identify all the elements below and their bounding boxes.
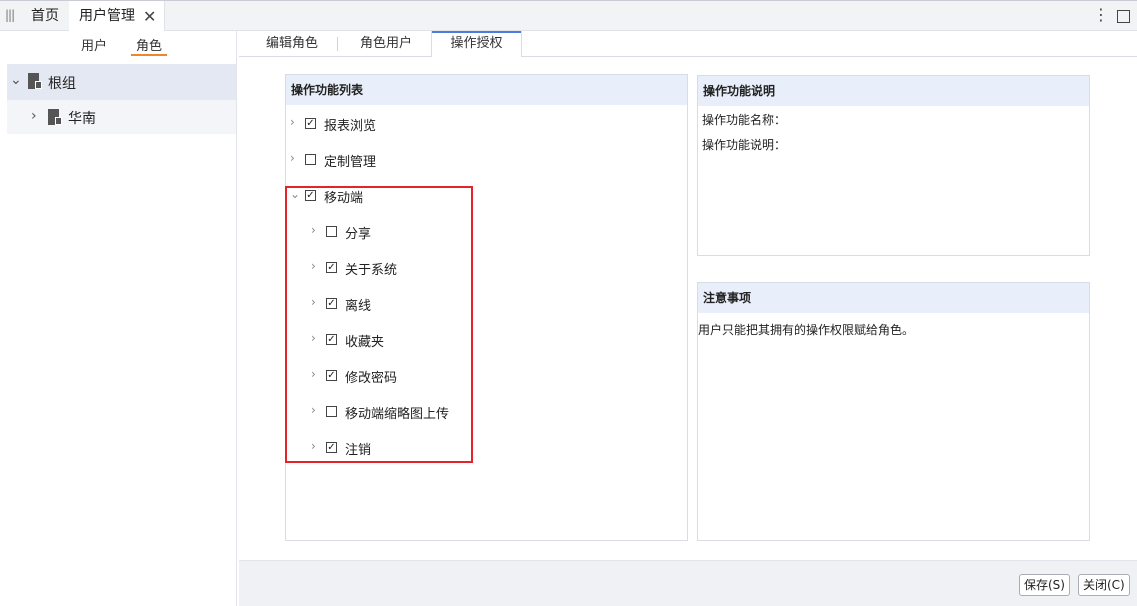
tab-permissions[interactable]: 操作授权 (431, 31, 522, 58)
notice-title: 注意事项 (698, 283, 1089, 313)
tab-user-management[interactable]: 用户管理 ✕ (69, 1, 165, 32)
tab-home[interactable]: 首页 (31, 1, 59, 32)
chevron-down-icon[interactable]: ⌄ (290, 187, 300, 201)
tree-node-label: 根组 (48, 76, 76, 92)
close-button[interactable]: 关闭(C) (1078, 574, 1130, 596)
chevron-right-icon[interactable]: › (290, 151, 295, 165)
feature-item-label: 修改密码 (345, 371, 398, 386)
feature-list-title: 操作功能列表 (286, 75, 687, 105)
save-button[interactable]: 保存(S) (1019, 574, 1070, 596)
group-icon (28, 73, 42, 89)
maximize-icon[interactable] (1117, 10, 1130, 23)
description-title: 操作功能说明 (698, 76, 1089, 106)
feature-checkbox[interactable] (326, 226, 337, 237)
chevron-right-icon[interactable]: › (311, 331, 316, 345)
chevron-right-icon[interactable]: › (311, 295, 316, 309)
chevron-right-icon[interactable]: › (31, 108, 37, 124)
left-pane: 用户 角色 ⌄ 根组 › 华南 (0, 31, 237, 606)
feature-name-label: 操作功能名称： (702, 113, 787, 127)
feature-checkbox[interactable]: ✓ (326, 334, 337, 345)
notice-panel: 注意事项 用户只能把其拥有的操作权限赋给角色。 (697, 282, 1090, 541)
feature-item-label: 关于系统 (345, 263, 398, 278)
description-panel: 操作功能说明 操作功能名称： 操作功能说明： (697, 75, 1090, 256)
feature-item-label: 移动端 (324, 191, 364, 206)
footer-bar: 保存(S) 关闭(C) (239, 560, 1137, 606)
feature-item-label: 移动端缩略图上传 (345, 407, 450, 422)
tree-node-child[interactable]: › 华南 (7, 100, 236, 134)
feature-item-label: 收藏夹 (345, 335, 385, 350)
content-tabs: 编辑角色 角色用户 操作授权 (239, 31, 1137, 58)
subtab-roles[interactable]: 角色 (131, 35, 167, 56)
chevron-down-icon[interactable]: ⌄ (10, 72, 22, 88)
feature-item-label: 注销 (345, 443, 372, 458)
chevron-right-icon[interactable]: › (290, 115, 295, 129)
tab-user-management-label: 用户管理 (79, 8, 135, 24)
chevron-right-icon[interactable]: › (311, 259, 316, 273)
feature-checkbox[interactable]: ✓ (326, 262, 337, 273)
tab-edit-role[interactable]: 编辑角色 (266, 31, 318, 57)
tree-node-root[interactable]: ⌄ 根组 (7, 64, 236, 100)
feature-desc-label: 操作功能说明： (702, 138, 787, 152)
feature-checkbox[interactable]: ✓ (305, 190, 316, 201)
notice-text: 用户只能把其拥有的操作权限赋给角色。 (698, 323, 915, 337)
feature-item-label: 分享 (345, 227, 372, 242)
chevron-right-icon[interactable]: › (311, 367, 316, 381)
feature-checkbox[interactable] (305, 154, 316, 165)
chevron-right-icon[interactable]: › (311, 439, 316, 453)
tree-node-label: 华南 (68, 111, 96, 127)
feature-checkbox[interactable]: ✓ (326, 298, 337, 309)
more-menu-icon[interactable]: ⋮ (1093, 5, 1109, 24)
chevron-right-icon[interactable]: › (311, 403, 316, 417)
feature-item-label: 定制管理 (324, 155, 377, 170)
group-icon (48, 109, 62, 125)
feature-checkbox[interactable]: ✓ (326, 442, 337, 453)
feature-item-label: 报表浏览 (324, 119, 377, 134)
feature-checkbox[interactable]: ✓ (326, 370, 337, 381)
close-icon[interactable]: ✕ (143, 1, 156, 32)
feature-item-label: 离线 (345, 299, 372, 314)
tab-role-users[interactable]: 角色用户 (360, 31, 412, 57)
subtab-users[interactable]: 用户 (81, 35, 107, 54)
left-subtabs: 用户 角色 (0, 31, 237, 56)
tab-divider (337, 37, 338, 51)
top-tab-bar: ||| 首页 用户管理 ✕ ⋮ (0, 0, 1137, 32)
chevron-right-icon[interactable]: › (311, 223, 316, 237)
feature-checkbox[interactable] (326, 406, 337, 417)
feature-checkbox[interactable]: ✓ (305, 118, 316, 129)
grip-icon[interactable]: ||| (5, 8, 15, 22)
